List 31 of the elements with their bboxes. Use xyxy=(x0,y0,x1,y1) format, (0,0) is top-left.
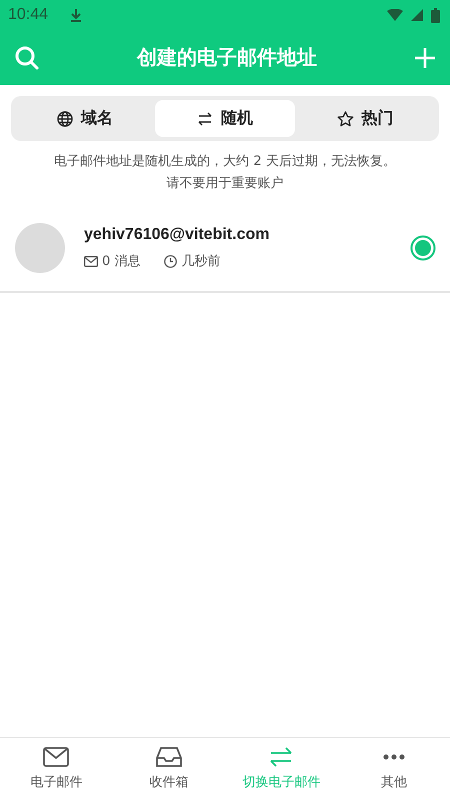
clock-icon xyxy=(164,254,178,268)
battery-icon xyxy=(431,8,440,22)
swap-icon xyxy=(197,112,213,126)
notice-text: 电子邮件地址是随机生成的，大约 2 天后过期，无法恢复。 xyxy=(54,153,396,171)
nav-tab[interactable]: 电子邮件 xyxy=(0,738,112,800)
avatar xyxy=(15,223,65,273)
email-address: yehiv76106@vitebit.com xyxy=(84,226,270,244)
inbox-icon xyxy=(156,747,182,767)
tab[interactable]: 热门 xyxy=(295,100,435,137)
message-count: 0 消息 xyxy=(102,253,140,270)
mail-icon xyxy=(84,256,98,266)
notice-text: 请不要用于重要账户 xyxy=(166,175,284,193)
status-time: 10:44 xyxy=(8,6,48,24)
address-row[interactable]: yehiv76106@vitebit.com 0 消息 几秒前 xyxy=(0,205,450,293)
tab[interactable]: 随机 xyxy=(155,100,295,137)
page-title: 创建的电子邮件地址 xyxy=(136,44,318,71)
more-icon xyxy=(382,754,405,760)
nav-tab[interactable]: 收件箱 xyxy=(112,738,225,800)
star-icon xyxy=(336,110,354,126)
tab[interactable]: 域名 xyxy=(15,100,155,137)
swap-icon xyxy=(268,747,294,767)
search-icon xyxy=(14,44,40,70)
envelope-icon xyxy=(43,747,70,767)
wifi-icon xyxy=(387,9,403,21)
created-time: 几秒前 xyxy=(181,253,220,270)
radio-button[interactable] xyxy=(410,235,436,261)
plus-icon xyxy=(414,46,436,68)
download-icon xyxy=(70,8,82,22)
nav-tab[interactable]: 其他 xyxy=(338,738,450,800)
signal-icon xyxy=(411,9,423,21)
globe-icon xyxy=(57,110,73,126)
